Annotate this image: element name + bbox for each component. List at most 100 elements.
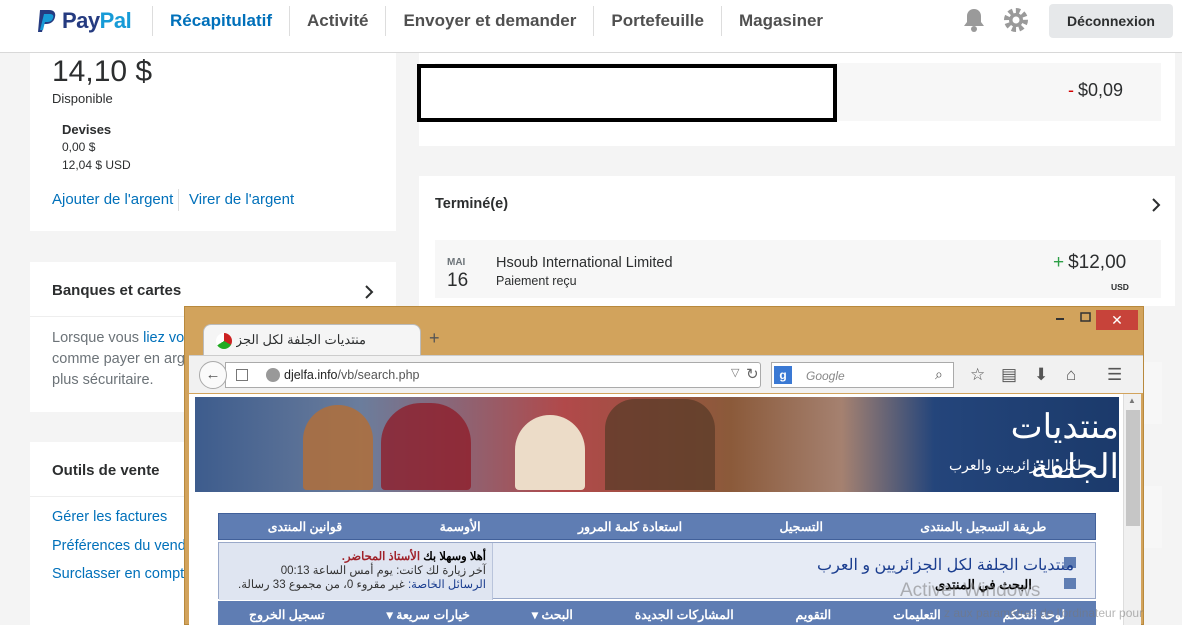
search-box[interactable]: g Google ⌕ xyxy=(771,362,954,388)
withdraw-link[interactable]: Virer de l'argent xyxy=(189,191,294,208)
transaction-month: MAI xyxy=(447,257,466,268)
back-icon[interactable]: ← xyxy=(199,361,227,389)
scroll-thumb[interactable] xyxy=(1126,410,1140,526)
logout-button[interactable]: Déconnexion xyxy=(1049,4,1173,38)
google-icon[interactable]: g xyxy=(774,366,792,384)
link-divider xyxy=(178,189,179,211)
minimize-icon[interactable] xyxy=(1051,312,1069,324)
welcome-text: أهلا وسهلا بك xyxy=(420,551,486,563)
desc-text-c: plus sécuritaire. xyxy=(52,372,154,388)
reading-list-icon[interactable]: ▤ xyxy=(1001,365,1017,385)
forum-nav-item[interactable]: خيارات سريعة ▾ xyxy=(387,607,470,622)
welcome-line: أهلا وسهلا بك الأستاذ المحاضر. xyxy=(219,549,486,563)
maximize-icon[interactable] xyxy=(1076,312,1094,324)
browser-tab[interactable]: منتديات الجلفة لكل الجزا... xyxy=(203,324,421,356)
browser-toolbar: djelfa.info/vb/search.php ▽ ↻ ← g Google… xyxy=(189,355,1143,393)
vertical-scrollbar[interactable]: ▲ xyxy=(1123,394,1141,625)
forum-nav-item[interactable]: البحث ▾ xyxy=(532,607,573,622)
browser-window: ✕ منتديات الجلفة لكل الجزا... + djelfa.i… xyxy=(184,306,1144,625)
paypal-p-icon xyxy=(38,10,56,32)
nav-shop[interactable]: Magasiner xyxy=(720,6,840,36)
link-bank-link[interactable]: liez vo xyxy=(143,330,184,346)
forum-nav-item[interactable]: التسجيل xyxy=(779,519,823,534)
private-messages-link[interactable]: الرسائل الخاصة: xyxy=(408,579,486,591)
scroll-up-icon[interactable]: ▲ xyxy=(1128,396,1136,405)
reload-icon[interactable]: ↻ xyxy=(746,365,759,383)
paypal-logo[interactable]: PayPal xyxy=(36,6,132,36)
page-icon xyxy=(236,369,248,381)
brand-pay: Pay xyxy=(62,8,100,33)
forum-top-nav: طريقة التسجيل بالمنتدى التسجيل استعادة ك… xyxy=(218,513,1096,540)
forum-nav-item[interactable]: المشاركات الجديدة xyxy=(635,607,734,622)
desc-text-b: comme payer en arg xyxy=(52,351,185,367)
forum-nav-item[interactable]: الأوسمة xyxy=(440,519,481,534)
bookmark-star-icon[interactable]: ☆ xyxy=(970,365,985,385)
search-placeholder: Google xyxy=(806,369,845,383)
pending-amount-value: $0,09 xyxy=(1078,80,1124,100)
menu-icon[interactable]: ☰ xyxy=(1107,365,1122,385)
selling-tools-title: Outils de vente xyxy=(52,462,160,479)
currency-usd: 12,04 $ USD xyxy=(62,158,131,172)
transaction-amount: + $12,00 xyxy=(1053,252,1126,274)
pending-amount: - $0,09 xyxy=(1068,80,1123,101)
private-messages: الرسائل الخاصة: غير مقروء 0، من مجموع 33… xyxy=(219,577,486,591)
forum-nav-item[interactable]: استعادة كلمة المرور xyxy=(578,519,682,534)
nav-activity[interactable]: Activité xyxy=(289,6,385,36)
banner-image-figure xyxy=(515,415,585,490)
completed-title: Terminé(e) xyxy=(435,196,509,212)
transaction-merchant: Hsoub International Limited xyxy=(496,255,673,271)
transaction-currency: USD xyxy=(1111,282,1129,292)
forum-logo: منتديات الجلفة xyxy=(1010,407,1119,487)
balance-card: 14,10 $ Disponible Devises 0,00 $ 12,04 … xyxy=(30,53,396,231)
banner-image-figure xyxy=(303,405,373,490)
nav-summary[interactable]: Récapitulatif xyxy=(152,6,289,36)
user-name-link[interactable]: الأستاذ المحاضر. xyxy=(342,551,420,563)
completed-card: Terminé(e) MAI 16 Hsoub International Li… xyxy=(419,176,1175,306)
minus-sign: - xyxy=(1068,80,1074,100)
windows-activation-watermark-sub: z aux paramètres de l'ordinateur pour xyxy=(944,606,1144,620)
nav-wallet[interactable]: Portefeuille xyxy=(593,6,721,36)
forum-nav-item[interactable]: تسجيل الخروج xyxy=(249,607,325,622)
home-icon[interactable]: ⌂ xyxy=(1066,365,1076,385)
add-money-link[interactable]: Ajouter de l'argent xyxy=(52,191,173,208)
transaction-row[interactable]: MAI 16 Hsoub International Limited Paiem… xyxy=(435,240,1161,298)
banner-image-figure xyxy=(381,403,471,490)
transaction-day: 16 xyxy=(447,270,469,291)
brand-pal: Pal xyxy=(99,8,132,33)
forum-nav-item[interactable]: التعليمات xyxy=(893,607,941,622)
redacted-box xyxy=(417,64,837,122)
banks-cards-title: Banques et cartes xyxy=(52,282,182,299)
top-bar: PayPal Récapitulatif Activité Envoyer et… xyxy=(0,0,1182,53)
url-text: djelfa.info/vb/search.php xyxy=(284,368,420,382)
forum-name-link[interactable]: منتديات الجلفة لكل الجزائريين و العرب xyxy=(817,555,1074,575)
transaction-amount-value: $12,00 xyxy=(1068,252,1127,273)
forum-nav-item[interactable]: قوانين المنتدى xyxy=(268,519,343,534)
currencies-title: Devises xyxy=(62,122,112,137)
close-icon[interactable]: ✕ xyxy=(1096,310,1138,330)
forum-nav-item[interactable]: طريقة التسجيل بالمنتدى xyxy=(920,519,1046,534)
url-dropdown-icon[interactable]: ▽ xyxy=(731,366,739,379)
chevron-right-icon[interactable] xyxy=(1151,197,1161,213)
desc-text-a: Lorsque vous xyxy=(52,330,144,346)
new-tab-icon[interactable]: + xyxy=(429,328,440,349)
plus-sign: + xyxy=(1053,252,1065,273)
last-visit: آخر زيارة لك كانت: يوم أمس الساعة 00:13 xyxy=(280,565,486,577)
favicon-icon xyxy=(216,333,232,349)
upgrade-account-link[interactable]: Surclasser en compt xyxy=(52,566,184,582)
url-path: /vb/search.php xyxy=(337,368,420,382)
nav-send-request[interactable]: Envoyer et demander xyxy=(385,6,593,36)
forum-banner[interactable]: منتديات الجلفة لكل الجزائريين والعرب xyxy=(195,397,1119,492)
main-nav: Récapitulatif Activité Envoyer et demand… xyxy=(152,0,840,42)
chevron-right-icon[interactable] xyxy=(364,284,374,300)
gear-icon[interactable] xyxy=(1003,7,1029,33)
download-icon[interactable]: ⬇ xyxy=(1034,365,1048,385)
pm-count-text: غير مقروء 0، من مجموع 33 رسالة. xyxy=(238,579,408,591)
forum-logo-subtitle: لكل الجزائريين والعرب xyxy=(949,457,1082,473)
manage-invoices-link[interactable]: Gérer les factures xyxy=(52,509,167,525)
globe-icon xyxy=(266,368,280,382)
search-icon[interactable]: ⌕ xyxy=(935,366,943,383)
bell-icon[interactable] xyxy=(962,7,986,33)
forum-nav-item[interactable]: التقويم xyxy=(796,607,832,622)
seller-preferences-link[interactable]: Préférences du vend xyxy=(52,538,186,554)
url-bar[interactable]: djelfa.info/vb/search.php ▽ ↻ xyxy=(225,362,761,388)
